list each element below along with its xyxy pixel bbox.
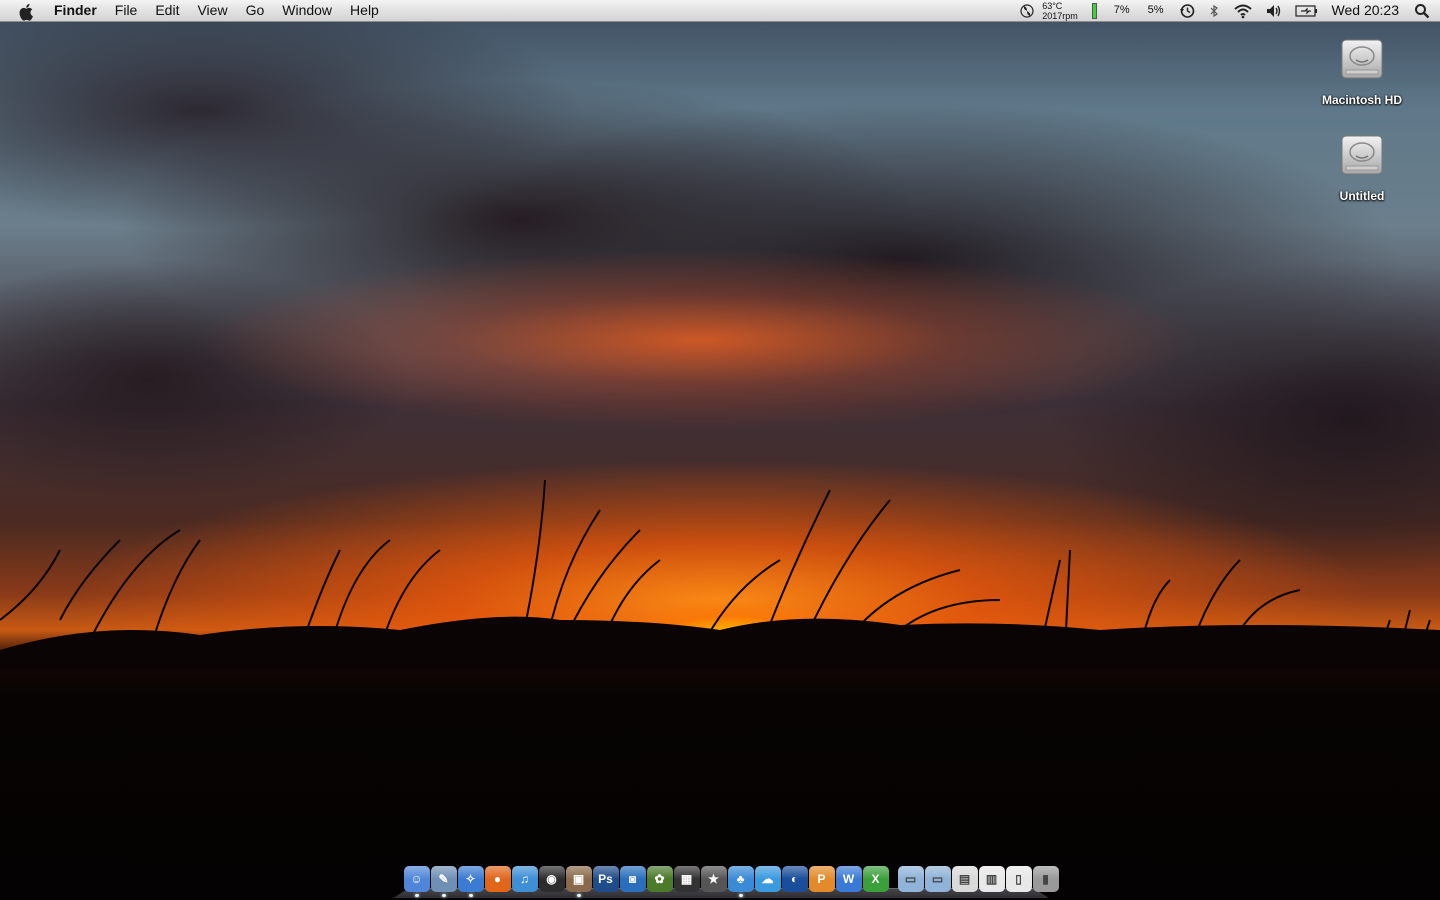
dock-glyph: ▥	[985, 872, 998, 886]
fan-speed-value: 2017rpm	[1042, 10, 1078, 21]
dock-glyph: ★	[708, 872, 719, 886]
dock-glyph: ▦	[680, 872, 693, 886]
dock-app-dvd-player-icon[interactable]: ◉	[538, 866, 565, 892]
menu-window[interactable]: Window	[273, 0, 341, 21]
cpu-usage-readout[interactable]: 7%	[1105, 0, 1139, 21]
memory-usage-readout[interactable]: 5%	[1139, 0, 1173, 21]
time-machine-icon[interactable]	[1173, 0, 1201, 21]
running-indicator	[441, 894, 446, 897]
fan-icon[interactable]	[1014, 0, 1040, 21]
dock: ☺ ✎ ✧ ● ♫ ◉ ▣ Ps ◙ ✿ ▦ ★ ♣ ☁ ◐ P W X ▭ ▭ ▤ ▥ ▯ ▮	[393, 862, 1059, 898]
apple-menu-icon[interactable]	[0, 1, 54, 21]
dock-glyph: ▣	[572, 872, 585, 886]
dock-stack-folder-downloads-icon[interactable]: ▤	[951, 866, 978, 892]
dock-stack-document-stack-icon[interactable]: ▥	[978, 866, 1005, 892]
menu-file[interactable]: File	[106, 0, 147, 21]
dock-glyph: ◙	[628, 872, 637, 886]
dock-items: ☺ ✎ ✧ ● ♫ ◉ ▣ Ps ◙ ✿ ▦ ★ ♣ ☁ ◐ P W X ▭ ▭ ▤ ▥ ▯ ▮	[403, 862, 1059, 897]
dock-app-adium-icon[interactable]: ♣	[727, 866, 754, 897]
menu-help[interactable]: Help	[341, 0, 388, 21]
menu-edit[interactable]: Edit	[146, 0, 188, 21]
dock-app-preview-icon[interactable]: ✎	[430, 866, 457, 897]
dock-stack-folder-applications-icon[interactable]: ▭	[897, 866, 924, 892]
menu-view[interactable]: View	[188, 0, 236, 21]
dock-glyph: ▭	[904, 872, 917, 886]
dock-app-image-capture-icon[interactable]: ◙	[619, 866, 646, 892]
dock-app-itunes-icon[interactable]: ♫	[511, 866, 538, 892]
dock-app-safari-icon[interactable]: ✧	[457, 866, 484, 897]
desktop-wallpaper: Finder File Edit View Go Window Help 63°…	[0, 0, 1440, 900]
battery-icon[interactable]	[1289, 0, 1325, 21]
menu-go[interactable]: Go	[237, 0, 274, 21]
desktop-icon-untitled[interactable]: Untitled	[1307, 130, 1417, 203]
desktop-icon-label: Macintosh HD	[1321, 93, 1402, 107]
dock-stack-document-pdf-icon[interactable]: ▯	[1005, 866, 1032, 892]
dock-app-google-earth-icon[interactable]: ◐	[781, 866, 808, 892]
running-indicator	[468, 894, 473, 897]
dock-glyph: ▮	[1042, 872, 1049, 886]
wifi-icon[interactable]	[1227, 0, 1259, 21]
dock-glyph: ♣	[736, 872, 745, 886]
dock-glyph: P	[817, 872, 826, 886]
dock-app-firefox-icon[interactable]: ●	[484, 866, 511, 892]
bluetooth-icon[interactable]	[1201, 0, 1227, 21]
dock-app-word-icon[interactable]: W	[835, 866, 862, 892]
dock-glyph: ◐	[790, 872, 799, 886]
dock-stack-folder-documents-icon[interactable]: ▭	[924, 866, 951, 892]
dock-glyph: W	[842, 872, 855, 886]
dock-app-photoshop-icon[interactable]: Ps	[592, 866, 619, 892]
dock-glyph: ✎	[438, 872, 449, 886]
dock-glyph: ☁	[761, 872, 774, 886]
dock-glyph: ◉	[546, 872, 557, 886]
battery-level-bar[interactable]	[1091, 2, 1097, 19]
hard-drive-icon	[1341, 39, 1383, 79]
dock-app-excel-icon[interactable]: X	[862, 866, 889, 892]
dock-app-finder-icon[interactable]: ☺	[403, 866, 430, 897]
dock-glyph: ✿	[654, 872, 665, 886]
desktop-icon-macintosh-hd[interactable]: Macintosh HD	[1307, 34, 1417, 107]
menu-bar: Finder File Edit View Go Window Help 63°…	[0, 0, 1440, 22]
running-indicator	[576, 894, 581, 897]
running-indicator	[414, 894, 419, 897]
dock-glyph: ▭	[931, 872, 944, 886]
desktop-icon-label: Untitled	[1339, 189, 1385, 203]
dock-app-ichat-icon[interactable]: ☁	[754, 866, 781, 892]
dock-glyph: ●	[493, 872, 502, 886]
temperature-readout[interactable]: 63°C 2017rpm	[1040, 1, 1084, 21]
spotlight-icon[interactable]	[1406, 0, 1440, 21]
dock-glyph: ☺	[410, 872, 423, 886]
dock-app-imovie-icon[interactable]: ▦	[673, 866, 700, 892]
dock-glyph: ▤	[958, 872, 971, 886]
hard-drive-icon	[1341, 135, 1383, 175]
dock-separator	[889, 866, 897, 892]
grass-silhouette	[0, 479, 1440, 670]
dock-app-powerpoint-icon[interactable]: P	[808, 866, 835, 892]
dock-app-imovie-star-icon[interactable]: ★	[700, 866, 727, 892]
dock-glyph: ♫	[520, 872, 529, 886]
dock-glyph: Ps	[598, 872, 613, 886]
temperature-value: 63°C	[1042, 0, 1063, 11]
dock-glyph: X	[871, 872, 880, 886]
running-indicator	[738, 894, 743, 897]
menu-app-finder[interactable]: Finder	[54, 0, 106, 21]
dock-stack-trash-icon[interactable]: ▮	[1032, 866, 1059, 892]
volume-icon[interactable]	[1259, 0, 1289, 21]
dock-app-iphoto-icon[interactable]: ▣	[565, 866, 592, 897]
menu-clock[interactable]: Wed 20:23	[1325, 0, 1406, 21]
dock-glyph: ▯	[1015, 872, 1022, 886]
dock-glyph: ✧	[465, 872, 476, 886]
dock-app-app-pineapple-icon[interactable]: ✿	[646, 866, 673, 892]
